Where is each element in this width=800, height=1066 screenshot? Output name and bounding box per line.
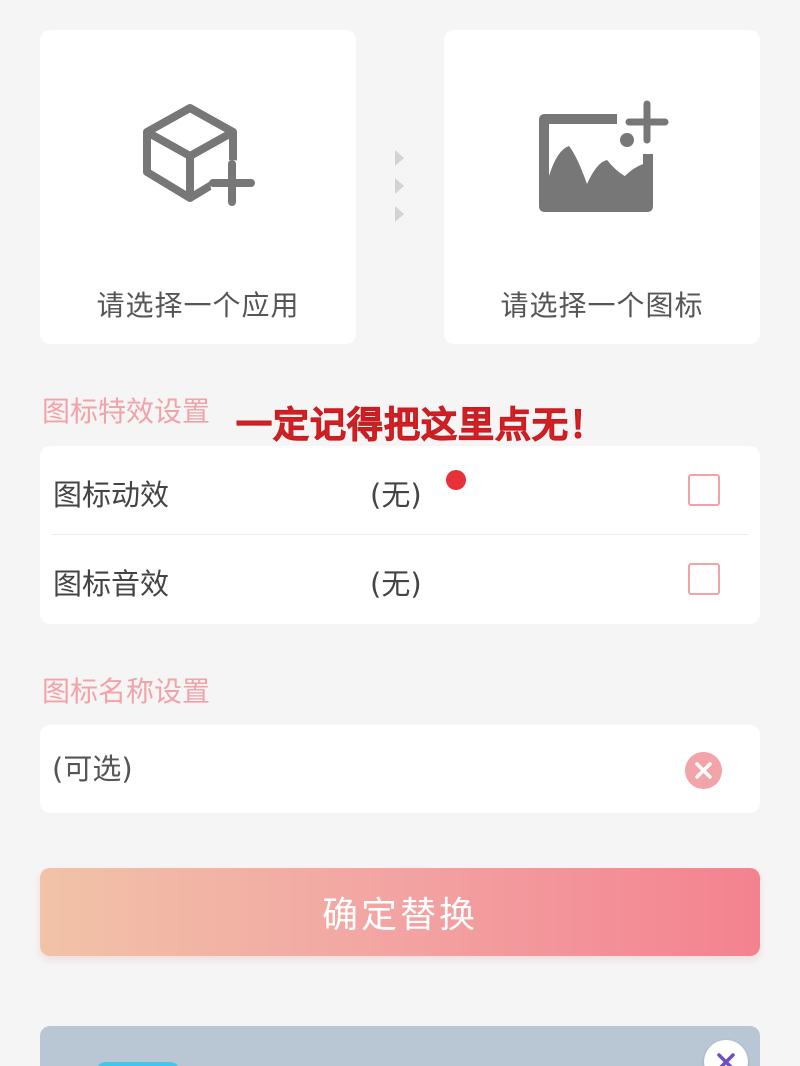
banner-close-button[interactable] bbox=[704, 1040, 748, 1066]
select-app-label: 请选择一个应用 bbox=[96, 289, 300, 322]
chevron-right-triple-icon bbox=[392, 148, 408, 228]
effect-value: (无) bbox=[370, 567, 422, 601]
clear-input-button[interactable] bbox=[685, 752, 722, 789]
confirm-replace-button[interactable]: 确定替换 bbox=[40, 868, 760, 956]
icon-name-input[interactable] bbox=[52, 747, 652, 791]
effect-row-sound[interactable]: 图标音效 (无) bbox=[40, 535, 760, 624]
animation-checkbox[interactable] bbox=[688, 474, 720, 506]
select-icon-card[interactable]: 请选择一个图标 bbox=[444, 30, 760, 344]
annotation-red-dot bbox=[446, 470, 466, 490]
close-icon bbox=[695, 762, 712, 779]
select-icon-label: 请选择一个图标 bbox=[500, 289, 704, 322]
cube-plus-icon bbox=[143, 104, 255, 206]
bottom-banner[interactable] bbox=[40, 1026, 760, 1066]
effects-section-title: 图标特效设置 bbox=[42, 395, 211, 428]
banner-pill bbox=[96, 1062, 180, 1066]
image-plus-icon bbox=[539, 100, 669, 212]
user-annotation: 一定记得把这里点无！ bbox=[235, 405, 607, 447]
close-icon bbox=[717, 1053, 735, 1066]
effect-value: (无) bbox=[370, 478, 422, 512]
icon-replace-page: 请选择一个应用 请选择一个图标 图标特效设置 一定记得把这里点无！ 图标动效 (… bbox=[0, 0, 800, 1066]
effect-name: 图标音效 bbox=[53, 567, 170, 601]
effect-name: 图标动效 bbox=[53, 478, 170, 512]
select-app-card[interactable]: 请选择一个应用 bbox=[40, 30, 356, 344]
effects-card: 图标动效 (无) 图标音效 (无) bbox=[40, 446, 760, 624]
effect-row-animation[interactable]: 图标动效 (无) bbox=[40, 446, 760, 535]
sound-checkbox[interactable] bbox=[688, 563, 720, 595]
name-card bbox=[40, 725, 760, 813]
name-section-title: 图标名称设置 bbox=[42, 675, 211, 708]
